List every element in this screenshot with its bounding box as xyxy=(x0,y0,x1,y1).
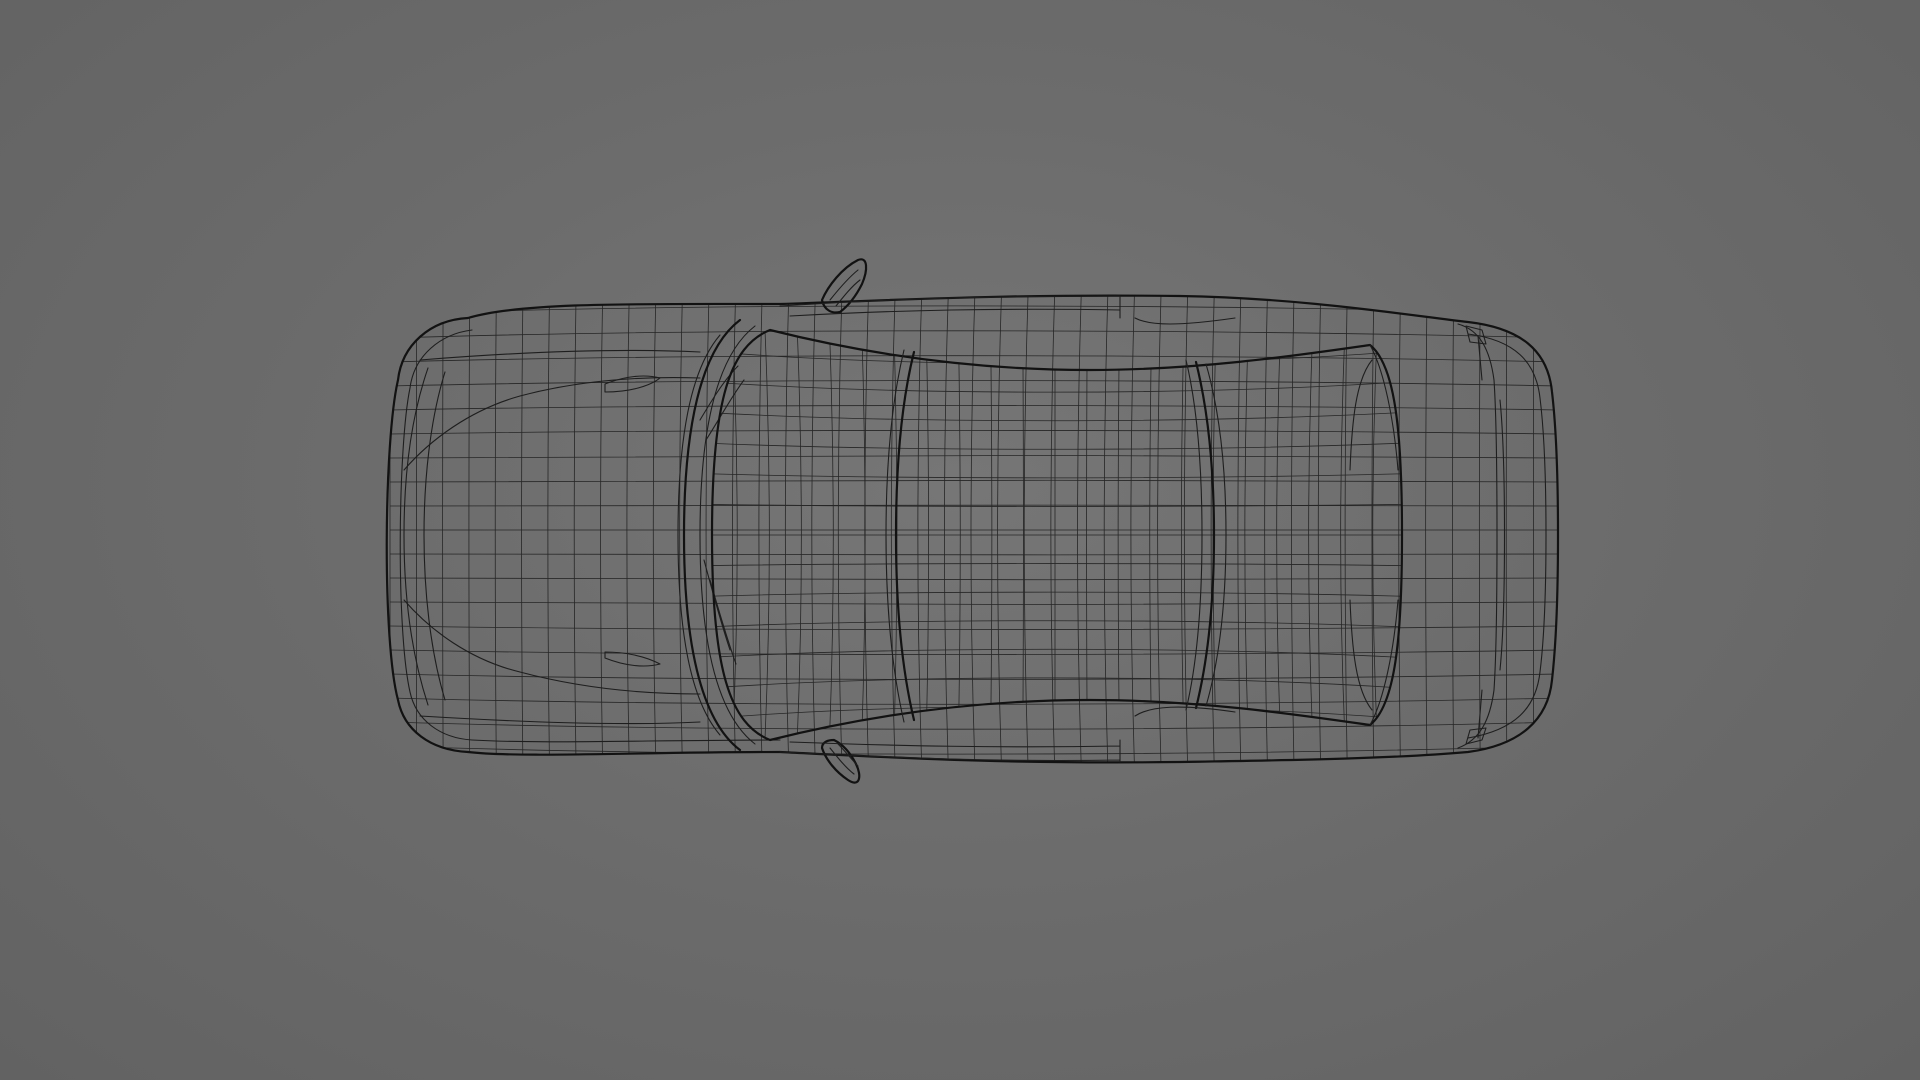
windshield-edge xyxy=(894,350,916,722)
mirror-left xyxy=(820,258,868,314)
body-mesh-row xyxy=(389,355,1558,363)
body-mesh-row xyxy=(389,601,1558,606)
trunk-panel xyxy=(1457,323,1506,749)
body-mesh-row xyxy=(390,281,1560,290)
headlight-right xyxy=(604,651,661,667)
body-mesh-row xyxy=(390,770,1560,779)
body-mesh-row xyxy=(389,479,1558,483)
body-mesh-row xyxy=(389,745,1558,755)
body-mesh-row xyxy=(389,405,1558,411)
body-mesh-row xyxy=(389,649,1558,655)
car-wireframe-model[interactable] xyxy=(0,0,1920,1080)
body-mesh-row xyxy=(389,454,1558,459)
body-mesh-row xyxy=(389,553,1558,556)
body-mesh-row xyxy=(389,577,1558,581)
cabin-mesh-row xyxy=(712,706,1402,720)
door-left-line xyxy=(779,295,1236,325)
cabin-mesh xyxy=(712,320,1410,750)
hood-crease xyxy=(403,367,446,706)
body-mesh-row xyxy=(389,330,1558,339)
cabin-mesh-row xyxy=(712,350,1402,364)
body-mesh-row xyxy=(389,504,1558,507)
cabin-mesh-rib xyxy=(1405,320,1410,750)
body-mesh-row xyxy=(389,430,1558,435)
3d-viewport[interactable] xyxy=(0,0,1920,1080)
